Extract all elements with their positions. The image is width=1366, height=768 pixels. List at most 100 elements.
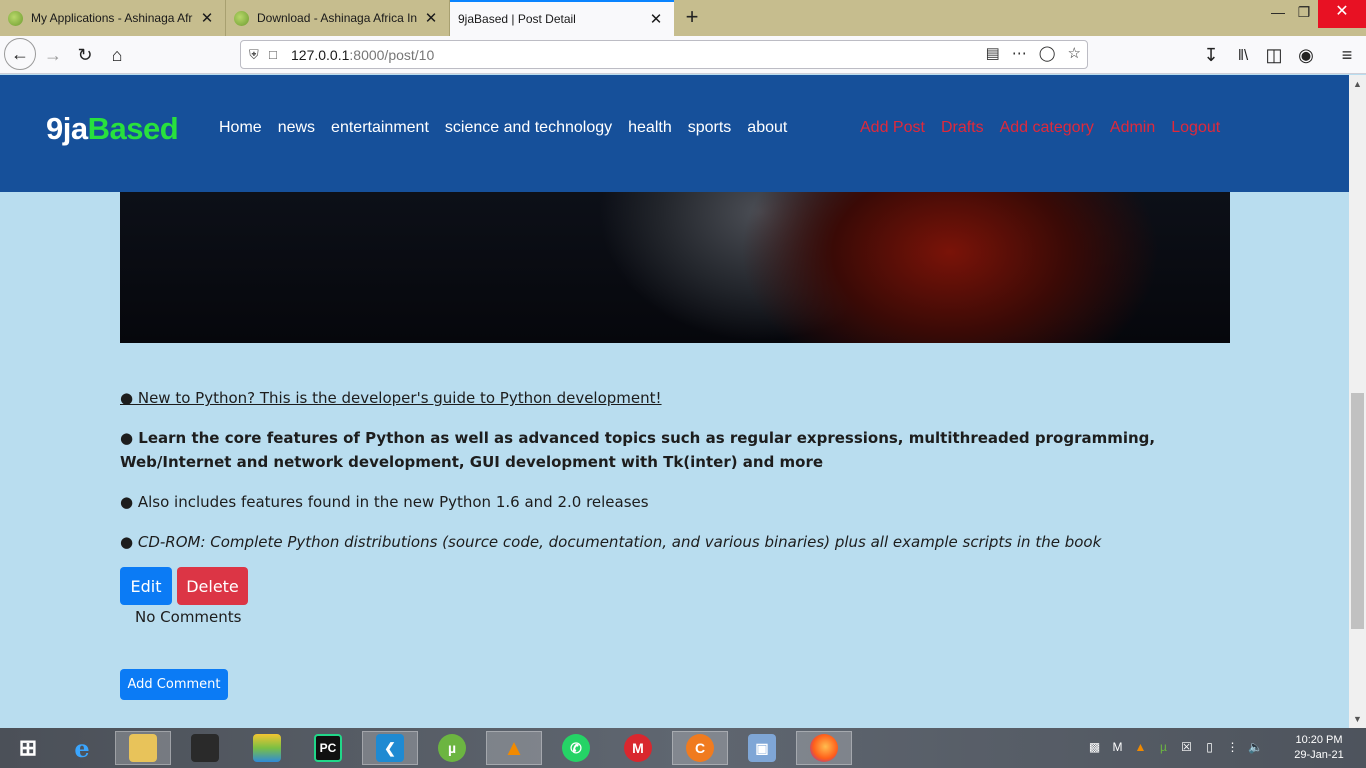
cube-icon: ▣	[748, 734, 776, 762]
mega-tray-icon[interactable]: M	[1109, 738, 1126, 756]
game-mask-icon[interactable]	[177, 731, 233, 765]
phone-icon: ✆	[562, 734, 590, 762]
clock-time: 10:20 PM	[1295, 734, 1343, 746]
ccleaner-icon[interactable]: C	[672, 731, 728, 765]
ccleaner-glyph-icon: C	[686, 734, 714, 762]
pc-icon: PC	[314, 734, 342, 762]
nav-link-logout[interactable]: Logout	[1171, 119, 1220, 137]
firefox-icon[interactable]	[796, 731, 852, 765]
post-body: ● New to Python? This is the developer's…	[120, 386, 1236, 570]
nav-link-health[interactable]: health	[628, 119, 672, 137]
nav-link-entertainment[interactable]: entertainment	[331, 119, 429, 137]
page-info-icon[interactable]: □	[269, 47, 291, 62]
mega-icon[interactable]: M	[610, 731, 666, 765]
address-bar[interactable]: ⛨ □ 127.0.0.1:8000/post/10 ▤ ⋯ ◯ ☆	[240, 40, 1088, 69]
pycharm-icon[interactable]: PC	[300, 731, 356, 765]
post-bullet-1[interactable]: ● New to Python? This is the developer's…	[120, 386, 1236, 410]
back-arrow-icon[interactable]: ←	[4, 38, 36, 70]
bluestacks-icon[interactable]	[239, 731, 295, 765]
nav-link-admin[interactable]: Admin	[1110, 119, 1155, 137]
nav-link-sports[interactable]: sports	[688, 119, 732, 137]
volume-icon[interactable]: 🔈	[1247, 738, 1264, 756]
site-header: 9jaBased Home news entertainment science…	[0, 75, 1349, 192]
clock-date: 29-Jan-21	[1294, 749, 1344, 761]
vlc-tray-icon[interactable]: ▲	[1132, 738, 1149, 756]
vscode-icon[interactable]: ❮	[362, 731, 418, 765]
taskbar-clock[interactable]: 10:20 PM 29-Jan-21	[1284, 733, 1354, 763]
virtualbox-icon[interactable]: ▣	[734, 731, 790, 765]
account-icon[interactable]: ◉	[1291, 40, 1321, 70]
windows-start-icon[interactable]: ⊞	[0, 731, 56, 765]
post-hero-image	[120, 192, 1230, 343]
library-icon[interactable]: ‖\	[1228, 40, 1258, 70]
menu-hamburger-icon[interactable]: ≡	[1332, 40, 1362, 70]
scrollbar-thumb[interactable]	[1351, 393, 1364, 629]
close-icon[interactable]: ✕	[648, 10, 664, 28]
add-comment-button[interactable]: Add Comment	[120, 669, 228, 700]
layers-icon	[253, 734, 281, 762]
mask-icon	[191, 734, 219, 762]
browser-tab-my-applications[interactable]: My Applications - Ashinaga Afr ✕	[0, 0, 226, 36]
post-bullet-4: ● CD-ROM: Complete Python distributions …	[120, 533, 1102, 551]
vlc-icon[interactable]: ▲	[486, 731, 542, 765]
action-center-icon[interactable]: ▩	[1086, 738, 1103, 756]
close-window-icon[interactable]: ✕	[1318, 0, 1366, 28]
delete-button[interactable]: Delete	[177, 567, 248, 605]
folder-icon	[129, 734, 157, 762]
ashinaga-favicon-icon	[8, 10, 23, 26]
forward-arrow-icon[interactable]: →	[38, 40, 68, 70]
nav-link-add-post[interactable]: Add Post	[860, 119, 925, 137]
downloads-icon[interactable]: ↧	[1196, 40, 1226, 70]
system-tray: ▩ M ▲ µ ☒ ▯ ⋮ 🔈	[1086, 738, 1264, 756]
site-logo[interactable]: 9jaBased	[46, 111, 179, 147]
shield-icon[interactable]: ⛨	[249, 47, 269, 63]
windows-logo-icon: ⊞	[18, 735, 38, 760]
tab-title: My Applications - Ashinaga Afr	[31, 11, 193, 25]
utorrent-icon[interactable]: µ	[424, 731, 480, 765]
nav-link-news[interactable]: news	[278, 119, 315, 137]
browser-tab-download[interactable]: Download - Ashinaga Africa Ini ✕	[226, 0, 450, 36]
nav-link-drafts[interactable]: Drafts	[941, 119, 984, 137]
nav-link-science-technology[interactable]: science and technology	[445, 119, 612, 137]
close-icon[interactable]: ✕	[423, 9, 439, 27]
traffic-cone-icon: ▲	[503, 735, 525, 760]
firefox-glyph-icon	[810, 734, 838, 762]
url-path: :8000/post/10	[349, 46, 435, 63]
post-bullet-3: ● Also includes features found in the ne…	[120, 493, 649, 511]
brand-part-2: Based	[87, 111, 179, 146]
close-icon[interactable]: ✕	[199, 9, 215, 27]
nav-link-home[interactable]: Home	[219, 119, 262, 137]
pocket-icon[interactable]: ◯	[1039, 44, 1056, 62]
admin-nav: Add Post Drafts Add category Admin Logou…	[860, 119, 1220, 137]
vscode-glyph-icon: ❮	[376, 734, 404, 762]
nav-link-add-category[interactable]: Add category	[1000, 119, 1094, 137]
brand-part-1: 9ja	[46, 111, 88, 146]
sidebar-icon[interactable]: ◫	[1259, 40, 1289, 70]
internet-explorer-icon[interactable]: e	[54, 731, 110, 765]
new-tab-button[interactable]: +	[680, 4, 704, 30]
network-blocked-icon[interactable]: ☒	[1178, 738, 1195, 756]
no-comments-text: No Comments	[135, 608, 242, 626]
file-explorer-icon[interactable]	[115, 731, 171, 765]
browser-toolbar: ← → ↻ ⌂ ⛨ □ 127.0.0.1:8000/post/10 ▤ ⋯ ◯…	[0, 36, 1366, 74]
ie-glyph-icon: e	[74, 733, 90, 763]
whatsapp-icon[interactable]: ✆	[548, 731, 604, 765]
edit-button[interactable]: Edit	[120, 567, 172, 605]
nav-link-about[interactable]: about	[747, 119, 787, 137]
page-actions-icon[interactable]: ⋯	[1012, 44, 1027, 62]
post-bullet-2: ● Learn the core features of Python as w…	[120, 429, 1156, 471]
reader-view-icon[interactable]: ▤	[986, 44, 1000, 62]
scroll-up-icon[interactable]: ▲	[1349, 76, 1366, 92]
utorrent-tray-icon[interactable]: µ	[1155, 738, 1172, 756]
reload-icon[interactable]: ↻	[70, 40, 100, 70]
bookmark-star-icon[interactable]: ☆	[1068, 44, 1081, 62]
browser-tab-strip: My Applications - Ashinaga Afr ✕ Downloa…	[0, 0, 1366, 36]
browser-tab-post-detail[interactable]: 9jaBased | Post Detail ✕	[450, 0, 674, 36]
home-icon[interactable]: ⌂	[102, 40, 132, 70]
tab-title: 9jaBased | Post Detail	[458, 12, 576, 26]
battery-icon[interactable]: ▯	[1201, 738, 1218, 756]
ashinaga-favicon-icon	[234, 10, 249, 26]
scroll-down-icon[interactable]: ▼	[1349, 711, 1366, 727]
mega-glyph-icon: M	[624, 734, 652, 762]
signal-icon[interactable]: ⋮	[1224, 738, 1241, 756]
